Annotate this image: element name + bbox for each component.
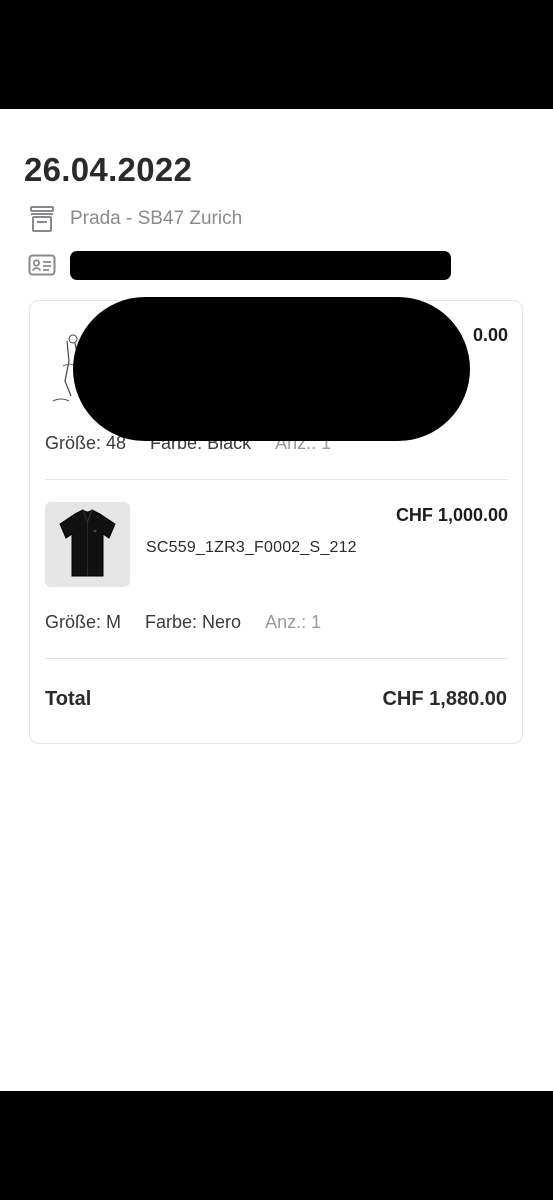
page-title: 26.04.2022	[24, 151, 193, 188]
customer-id-row	[28, 249, 451, 281]
redacted-customer-id	[70, 250, 451, 280]
receipt-screen: 26.04.2022 Prada - SB47 Zurich 0.00 Größ…	[0, 109, 553, 1091]
item-size: Größe: 48	[45, 433, 127, 453]
total-label: Total	[45, 688, 92, 710]
store-icon	[30, 206, 54, 232]
total-value: CHF 1,880.00	[382, 688, 507, 710]
bottom-black-band	[0, 1091, 553, 1200]
store-name: Prada - SB47 Zurich	[70, 208, 243, 229]
store-row: Prada - SB47 Zurich	[28, 205, 242, 233]
divider	[45, 658, 508, 659]
item-price: CHF 1,000.00	[395, 505, 508, 525]
list-item[interactable]: CHF 1,000.00 SC559_1ZR3_F0002_S_212 Größ…	[45, 480, 508, 658]
item-sku: SC559_1ZR3_F0002_S_212	[146, 539, 357, 556]
redacted-item-details	[73, 297, 470, 441]
product-thumbnail	[45, 502, 130, 587]
item-attributes: Größe: M Farbe: Nero Anz.: 1	[45, 612, 345, 633]
item-color: Farbe: Nero	[145, 612, 242, 632]
id-card-icon	[28, 254, 56, 276]
item-size: Größe: M	[45, 612, 122, 632]
black-shirt-icon	[59, 509, 116, 577]
item-quantity: Anz.: 1	[265, 612, 322, 632]
top-black-band	[0, 0, 553, 109]
item-price: 0.00	[472, 325, 508, 345]
back-chevron-icon[interactable]	[14, 109, 34, 115]
